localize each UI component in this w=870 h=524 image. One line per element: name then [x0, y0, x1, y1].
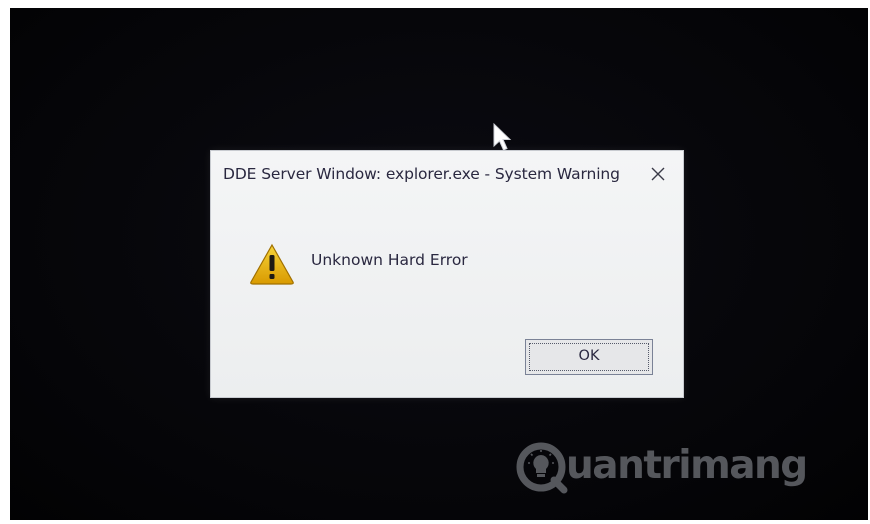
close-button[interactable] — [641, 159, 675, 189]
dialog-titlebar[interactable]: DDE Server Window: explorer.exe - System… — [211, 151, 683, 195]
watermark: uantrimang — [516, 440, 816, 500]
dialog-title: DDE Server Window: explorer.exe - System… — [223, 165, 620, 183]
screen: DDE Server Window: explorer.exe - System… — [10, 8, 868, 520]
system-warning-dialog: DDE Server Window: explorer.exe - System… — [210, 150, 684, 398]
warning-icon — [250, 243, 294, 285]
ok-button[interactable]: OK — [525, 339, 653, 375]
ok-button-label: OK — [578, 348, 600, 364]
error-message: Unknown Hard Error — [311, 251, 468, 269]
lightbulb-q-logo — [516, 442, 568, 494]
watermark-text: uantrimang — [566, 443, 808, 488]
close-icon — [651, 167, 665, 181]
